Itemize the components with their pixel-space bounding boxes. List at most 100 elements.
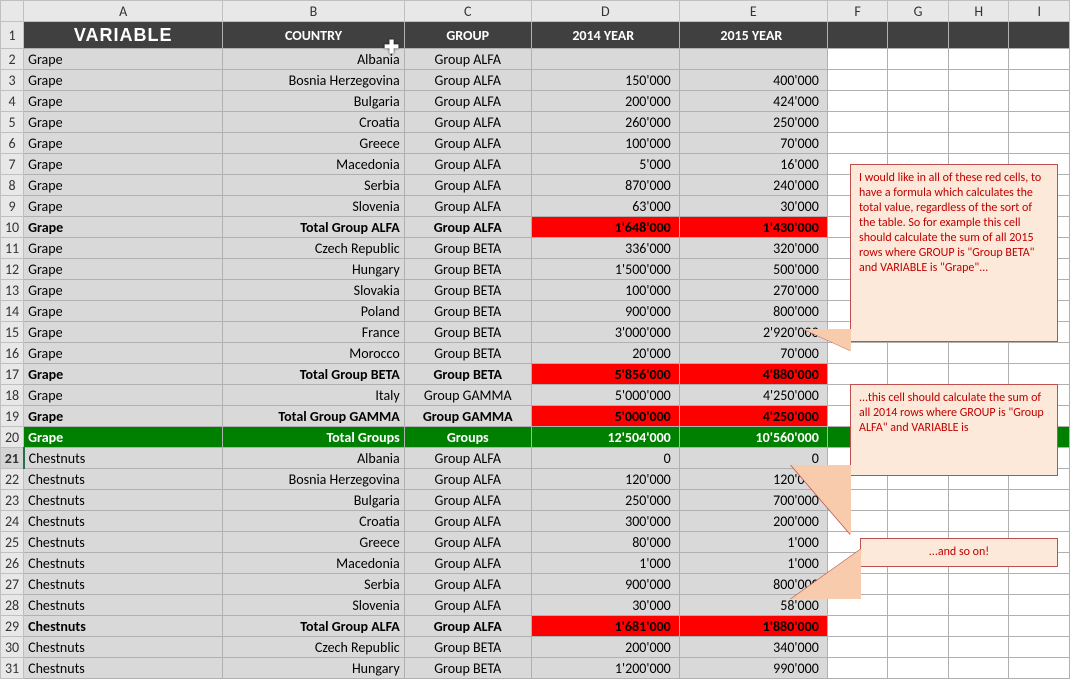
cell-G4[interactable] — [888, 91, 949, 112]
cell-C25[interactable]: Group ALFA — [404, 532, 531, 553]
cell-A11[interactable]: Grape — [24, 238, 223, 259]
cell-I23[interactable] — [1009, 490, 1070, 511]
cell-B17[interactable]: Total Group BETA — [223, 364, 404, 385]
cell-I5[interactable] — [1009, 112, 1070, 133]
cell-D25[interactable]: 80'000 — [531, 532, 679, 553]
cell-I6[interactable] — [1009, 133, 1070, 154]
row-header[interactable]: 29 — [1, 616, 24, 637]
cell-B2[interactable]: Albania — [223, 49, 404, 70]
cell-H28[interactable] — [948, 595, 1009, 616]
cell-A29[interactable]: Chestnuts — [24, 616, 223, 637]
cell-C1[interactable]: GROUP — [404, 22, 531, 49]
row-header[interactable]: 7 — [1, 154, 24, 175]
cell-E10[interactable]: 1'430'000 — [679, 217, 827, 238]
cell-D13[interactable]: 100'000 — [531, 280, 679, 301]
cell-B27[interactable]: Serbia — [223, 574, 404, 595]
row-header[interactable]: 17 — [1, 364, 24, 385]
cell-A27[interactable]: Chestnuts — [24, 574, 223, 595]
cell-H23[interactable] — [948, 490, 1009, 511]
row-header[interactable]: 9 — [1, 196, 24, 217]
cell-I1[interactable] — [1009, 22, 1070, 49]
cell-A7[interactable]: Grape — [24, 154, 223, 175]
cell-D23[interactable]: 250'000 — [531, 490, 679, 511]
cell-E2[interactable] — [679, 49, 827, 70]
cell-H30[interactable] — [948, 637, 1009, 658]
spreadsheet[interactable]: A B C D E F G H I 1VARIABLECOUNTRYGROUP2… — [0, 0, 1070, 679]
cell-C21[interactable]: Group ALFA — [404, 448, 531, 469]
cell-B23[interactable]: Bulgaria — [223, 490, 404, 511]
cell-A5[interactable]: Grape — [24, 112, 223, 133]
cell-I2[interactable] — [1009, 49, 1070, 70]
cell-C27[interactable]: Group ALFA — [404, 574, 531, 595]
cell-I16[interactable] — [1009, 343, 1070, 364]
cell-B28[interactable]: Slovenia — [223, 595, 404, 616]
cell-G31[interactable] — [888, 658, 949, 679]
cell-B21[interactable]: Albania — [223, 448, 404, 469]
cell-C22[interactable]: Group ALFA — [404, 469, 531, 490]
cell-I27[interactable] — [1009, 574, 1070, 595]
cell-E8[interactable]: 240'000 — [679, 175, 827, 196]
cell-C11[interactable]: Group BETA — [404, 238, 531, 259]
cell-H31[interactable] — [948, 658, 1009, 679]
cell-A6[interactable]: Grape — [24, 133, 223, 154]
row-header[interactable]: 6 — [1, 133, 24, 154]
cell-G1[interactable] — [888, 22, 949, 49]
cell-D28[interactable]: 30'000 — [531, 595, 679, 616]
cell-E14[interactable]: 800'000 — [679, 301, 827, 322]
cell-B31[interactable]: Hungary — [223, 658, 404, 679]
comment-callout-3[interactable]: ...and so on! — [860, 538, 1058, 567]
cell-C14[interactable]: Group BETA — [404, 301, 531, 322]
cell-H17[interactable] — [948, 364, 1009, 385]
cell-G24[interactable] — [888, 511, 949, 532]
row-header[interactable]: 1 — [1, 22, 24, 49]
cell-B16[interactable]: Morocco — [223, 343, 404, 364]
cell-D17[interactable]: 5'856'000 — [531, 364, 679, 385]
col-header-B[interactable]: B — [223, 1, 404, 22]
col-header-I[interactable]: I — [1009, 1, 1070, 22]
cell-A8[interactable]: Grape — [24, 175, 223, 196]
col-header-A[interactable]: A — [24, 1, 223, 22]
comment-callout-1[interactable]: I would like in all of these red cells, … — [850, 164, 1058, 342]
cell-B29[interactable]: Total Group ALFA — [223, 616, 404, 637]
cell-D31[interactable]: 1'200'000 — [531, 658, 679, 679]
cell-B15[interactable]: France — [223, 322, 404, 343]
cell-A13[interactable]: Grape — [24, 280, 223, 301]
cell-D3[interactable]: 150'000 — [531, 70, 679, 91]
cell-B10[interactable]: Total Group ALFA — [223, 217, 404, 238]
cell-I17[interactable] — [1009, 364, 1070, 385]
cell-B18[interactable]: Italy — [223, 385, 404, 406]
cell-C4[interactable]: Group ALFA — [404, 91, 531, 112]
cell-D10[interactable]: 1'648'000 — [531, 217, 679, 238]
cell-B4[interactable]: Bulgaria — [223, 91, 404, 112]
cell-B19[interactable]: Total Group GAMMA — [223, 406, 404, 427]
cell-F5[interactable] — [827, 112, 887, 133]
cell-A22[interactable]: Chestnuts — [24, 469, 223, 490]
cell-B3[interactable]: Bosnia Herzegovina — [223, 70, 404, 91]
cell-F17[interactable] — [827, 364, 887, 385]
cell-C3[interactable]: Group ALFA — [404, 70, 531, 91]
cell-H24[interactable] — [948, 511, 1009, 532]
row-header[interactable]: 14 — [1, 301, 24, 322]
cell-C12[interactable]: Group BETA — [404, 259, 531, 280]
cell-E7[interactable]: 16'000 — [679, 154, 827, 175]
cell-A18[interactable]: Grape — [24, 385, 223, 406]
cell-E5[interactable]: 250'000 — [679, 112, 827, 133]
cell-F29[interactable] — [827, 616, 887, 637]
cell-B1[interactable]: COUNTRY — [223, 22, 404, 49]
cell-D8[interactable]: 870'000 — [531, 175, 679, 196]
cell-H5[interactable] — [948, 112, 1009, 133]
cell-A30[interactable]: Chestnuts — [24, 637, 223, 658]
cell-F1[interactable] — [827, 22, 887, 49]
cell-D11[interactable]: 336'000 — [531, 238, 679, 259]
cell-I3[interactable] — [1009, 70, 1070, 91]
row-header[interactable]: 4 — [1, 91, 24, 112]
cell-G23[interactable] — [888, 490, 949, 511]
cell-C13[interactable]: Group BETA — [404, 280, 531, 301]
cell-F3[interactable] — [827, 70, 887, 91]
cell-A31[interactable]: Chestnuts — [24, 658, 223, 679]
col-header-F[interactable]: F — [827, 1, 887, 22]
cell-A4[interactable]: Grape — [24, 91, 223, 112]
cell-G17[interactable] — [888, 364, 949, 385]
cell-A24[interactable]: Chestnuts — [24, 511, 223, 532]
cell-I4[interactable] — [1009, 91, 1070, 112]
